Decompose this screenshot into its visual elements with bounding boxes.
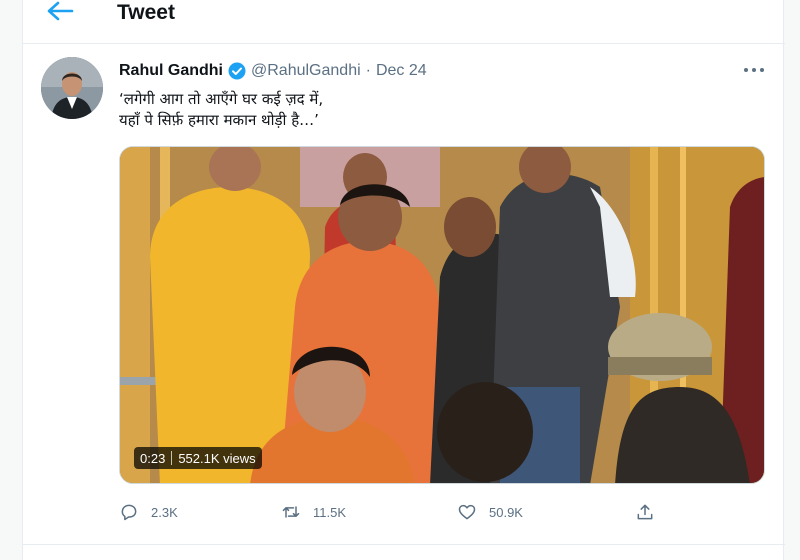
heart-icon [458,504,476,520]
page-header: Tweet [23,0,785,44]
verified-badge-icon [228,62,246,80]
divider [23,544,785,545]
tweet-text-line: यहाँ पे सिर्फ़ हमारा मकान थोड़ी है…’ [119,111,319,129]
page-title: Tweet [117,1,175,24]
reply-icon [121,504,137,521]
tweet-text: ‘लगेगी आग तो आएँगे घर कई ज़द में, यहाँ प… [119,89,639,131]
like-count: 50.9K [489,504,523,520]
reply-button[interactable]: 2.3K [119,500,178,524]
reply-count: 2.3K [151,504,178,520]
arrow-left-icon[interactable] [45,0,81,26]
retweet-button[interactable]: 11.5K [281,500,346,524]
tweet-text-line: ‘लगेगी आग तो आएँगे घर कई ज़द में, [119,90,324,108]
avatar[interactable] [41,57,103,119]
like-button[interactable]: 50.9K [457,500,523,524]
retweet-icon [282,506,300,518]
share-icon [637,504,653,520]
retweet-count: 11.5K [313,504,347,520]
video-duration: 0:23 [140,450,166,466]
author-row: Rahul Gandhi @RahulGandhi · Dec 24 [119,60,427,82]
video-frame [120,147,764,483]
tweet-column: Tweet Rahul Gandhi @RahulGandhi · Dec 24 [22,0,785,560]
share-button[interactable] [635,500,667,524]
tweet-actions: 2.3K 11.5K 50.9K [119,500,659,524]
video-player[interactable]: 0:23 552.1K views [119,146,765,484]
tweet-date[interactable]: Dec 24 [376,62,427,80]
video-stats-badge: 0:23 552.1K views [134,447,262,469]
badge-divider [171,451,173,465]
author-name[interactable]: Rahul Gandhi [119,62,223,80]
author-handle[interactable]: @RahulGandhi [251,62,361,80]
more-horizontal-icon[interactable] [743,62,765,80]
meta-separator: · [365,62,371,79]
video-views: 552.1K views [178,450,256,466]
